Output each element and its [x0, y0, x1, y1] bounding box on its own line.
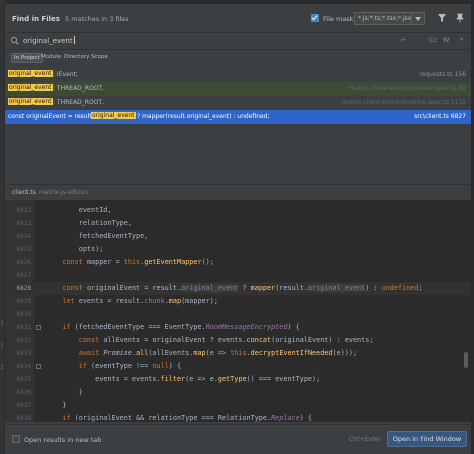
code-line: 6825 opts);: [16, 245, 104, 253]
shortcut-hint: Ctrl+Enter: [349, 436, 381, 443]
match-highlight: original_event: [8, 98, 53, 105]
code-line: 6830: [16, 311, 31, 318]
code-line: 6836 }: [16, 388, 83, 396]
result-text: : IEvent;: [53, 71, 78, 78]
results-empty-area: [5, 126, 471, 186]
result-prefix: const originalEvent = result.: [8, 113, 94, 120]
file-mask-label: File mask:: [323, 15, 356, 23]
preview-header: client.ts matrix-js-sdk/src: [5, 185, 471, 197]
match-highlight: original_event: [91, 112, 136, 119]
file-mask-dropdown-button[interactable]: [411, 12, 425, 25]
result-row[interactable]: original_event : THREAD_ROOT, matrix-cli…: [5, 82, 471, 96]
preview-file-path: matrix-js-sdk/src: [39, 189, 89, 196]
whole-words-toggle[interactable]: W: [443, 36, 449, 44]
tab-module[interactable]: Module: [39, 53, 63, 61]
result-location: requests.ts 156: [419, 71, 466, 78]
match-case-toggle[interactable]: Cc: [429, 36, 437, 44]
code-line: 6822 eventId,: [16, 206, 112, 214]
open-in-find-window-button[interactable]: Open in Find Window: [387, 431, 467, 447]
tab-scope[interactable]: Scope: [89, 53, 110, 61]
result-text: ? mapper(result.original_event) : undefi…: [137, 113, 270, 120]
code-line: 6829 let events = result.chunk.map(mappe…: [16, 297, 218, 305]
code-line: 6834 if (eventType !== null) {: [16, 362, 182, 370]
file-mask-checkbox[interactable]: [311, 14, 319, 22]
file-mask-input[interactable]: *.js;*.ts;*.tsx;*.jsx: [354, 12, 412, 25]
code-line: 6827: [16, 272, 31, 279]
match-summary: 5 matches in 3 files: [65, 15, 129, 23]
result-row[interactable]: original_event : THREAD_ROOT, matrix-cli…: [5, 96, 471, 110]
search-row: original_event ↵ Cc W .*: [5, 32, 471, 50]
code-line: 6832 const allEvents = originalEvent ? e…: [16, 336, 374, 344]
code-line: 6823 relationType,: [16, 219, 132, 227]
match-highlight: original_event: [8, 84, 53, 91]
result-text: : THREAD_ROOT,: [53, 99, 104, 106]
code-line: 6831 if (fetchedEventType === EventType.…: [16, 323, 300, 331]
code-line: 6826 const mapper = this.getEventMapper(…: [16, 258, 214, 266]
dialog-footer: Open results in new tab Ctrl+Enter Open …: [5, 424, 471, 454]
code-line: 6824 fetchedEventType,: [16, 232, 149, 240]
code-preview-editor[interactable]: 6822 eventId, 6823 relationType, 6824 fe…: [5, 200, 471, 422]
dialog-title: Find in Files: [12, 15, 60, 23]
match-highlight: original_event: [8, 70, 53, 77]
search-input[interactable]: original_event: [23, 36, 75, 45]
newline-option-toggle[interactable]: ↵: [401, 36, 406, 44]
result-text: : THREAD_ROOT,: [53, 85, 104, 92]
results-list: original_event : IEvent; requests.ts 156…: [5, 68, 471, 124]
result-row[interactable]: original_event : IEvent; requests.ts 156: [5, 68, 471, 82]
open-in-new-tab-checkbox[interactable]: [12, 435, 20, 443]
code-line: 6838 if (originalEvent && relationType =…: [16, 414, 313, 422]
result-location: matrix-client-event-timeline.spec.ts 89: [349, 85, 466, 92]
editor-scrollbar[interactable]: [464, 352, 468, 368]
scope-tabs: In Project Module Directory Scope: [5, 50, 471, 64]
search-query: original_event: [23, 37, 73, 45]
code-line: 6833 await Promise.all(allEvents.map(e =…: [16, 349, 358, 357]
search-icon[interactable]: [10, 36, 20, 46]
result-location: src\client.ts 6827: [414, 113, 466, 120]
preview-file-name: client.ts: [12, 189, 36, 196]
open-in-new-tab-label: Open results in new tab: [24, 436, 102, 444]
result-location: matrix-client-event-timeline.spec.ts 113…: [341, 99, 466, 106]
code-line-current: 6828 const originalEvent = result.origin…: [5, 282, 471, 295]
tab-in-project[interactable]: In Project: [11, 53, 43, 63]
tab-directory[interactable]: Directory: [62, 53, 91, 61]
filter-icon[interactable]: [437, 13, 447, 23]
result-row-selected[interactable]: const originalEvent = result. original_e…: [5, 110, 471, 124]
regex-toggle[interactable]: .*: [458, 36, 463, 44]
dialog-header: Find in Files 5 matches in 3 files File …: [5, 4, 471, 32]
pin-icon[interactable]: [455, 13, 465, 23]
code-line: 6837 }: [16, 401, 67, 409]
code-line: 6835 events = events.filter(e => e.getTy…: [16, 375, 321, 383]
find-in-files-dialog: Find in Files 5 matches in 3 files File …: [4, 3, 472, 454]
